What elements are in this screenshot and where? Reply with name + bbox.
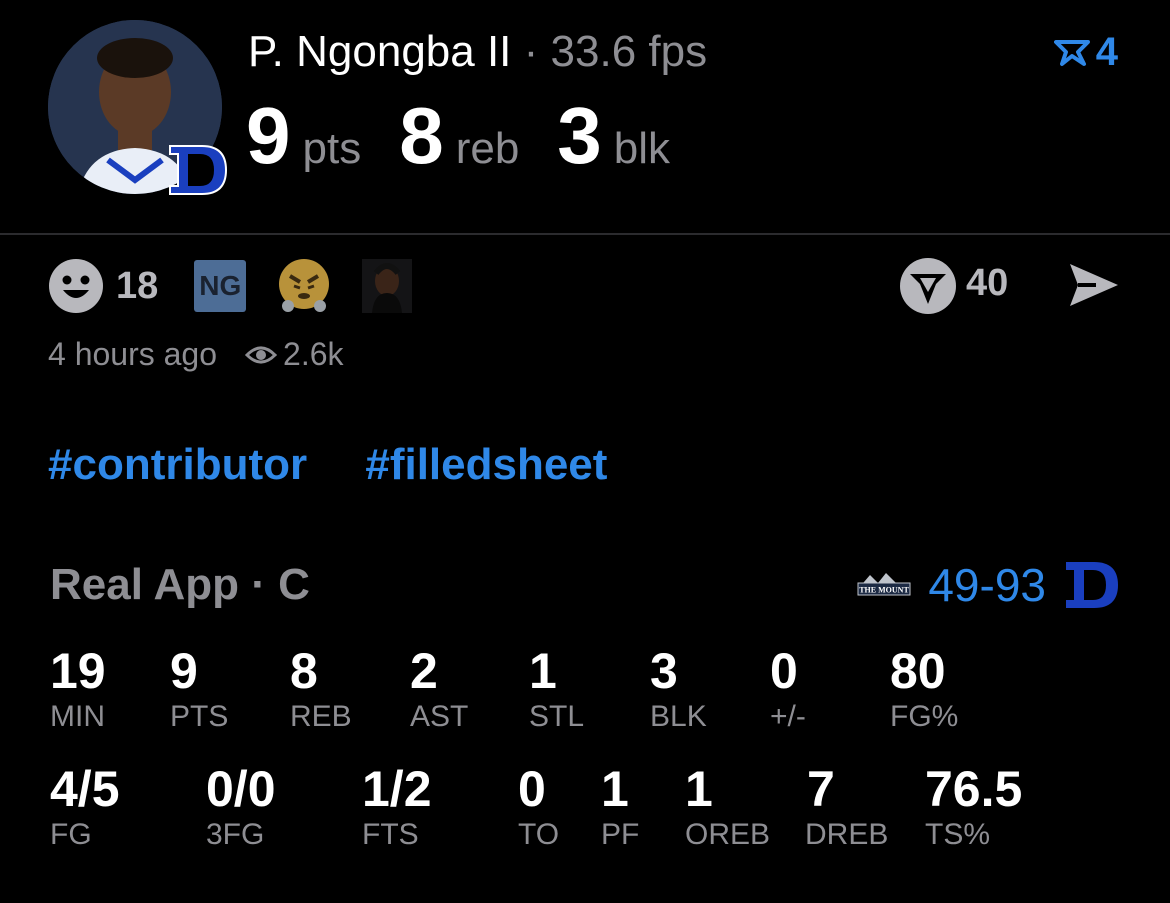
stat-label: PTS <box>170 700 229 733</box>
stat-value: 80 <box>890 643 946 699</box>
stat-stl: 1 STL <box>529 644 584 734</box>
post-time: 4 hours ago <box>48 336 218 372</box>
headline-value: 3 <box>557 91 602 180</box>
stat-fg-pct: 80 FG% <box>890 644 958 734</box>
stat-label: FG% <box>890 700 959 733</box>
stat-value: 1 <box>685 761 713 817</box>
hashtag-link[interactable]: #contributor <box>48 440 307 489</box>
stat-fts: 1/2 FTS <box>362 762 432 852</box>
headline-label: pts <box>302 124 362 173</box>
fps-score: 33.6 fps <box>550 27 708 76</box>
headline-stats: 9 pts 8 reb 3 blk <box>246 96 708 199</box>
stat-fg: 4/5 FG <box>50 762 120 852</box>
smile-reaction-count: 18 <box>116 264 159 307</box>
stat-label: PF <box>601 818 640 851</box>
stat-label: TS% <box>925 818 991 851</box>
stat-label: DREB <box>805 818 889 851</box>
stat-value: 9 <box>170 643 198 699</box>
stat-value: 2 <box>410 643 438 699</box>
duke-logo-icon <box>166 142 230 198</box>
game-score[interactable]: THE MOUNT 49-93 <box>856 558 1120 612</box>
stat-pf: 1 PF <box>601 762 639 852</box>
stat-to: 0 TO <box>518 762 559 852</box>
post-meta: 4 hours ago 2.6k <box>48 336 344 373</box>
headline-label: blk <box>613 124 671 173</box>
stat-value: 76.5 <box>925 761 1023 817</box>
rank-badge[interactable]: 4 <box>1053 30 1118 75</box>
score-value: 49-93 <box>928 559 1046 611</box>
duke-logo-icon <box>1066 562 1118 608</box>
title-separator: · <box>523 27 539 76</box>
stat-label: TO <box>518 818 560 851</box>
smile-reaction-icon[interactable] <box>48 258 104 314</box>
headline-label: reb <box>455 124 520 173</box>
stat-value: 8 <box>290 643 318 699</box>
stat-min: 19 MIN <box>50 644 106 734</box>
stat-pts: 9 PTS <box>170 644 228 734</box>
stat-value: 4/5 <box>50 761 120 817</box>
send-icon[interactable] <box>1066 258 1122 312</box>
opponent-logo-text: THE MOUNT <box>860 586 910 595</box>
stat-ast: 2 AST <box>410 644 468 734</box>
stat-label: OREB <box>685 818 771 851</box>
stat-3fg: 0/0 3FG <box>206 762 276 852</box>
headline-value: 9 <box>246 91 291 180</box>
stat-value: 3 <box>650 643 678 699</box>
stat-ts-pct: 76.5 TS% <box>925 762 1022 852</box>
stat-label: 3FG <box>206 818 265 851</box>
stat-label: AST <box>410 700 469 733</box>
stat-label: STL <box>529 700 585 733</box>
stat-value: 1/2 <box>362 761 432 817</box>
stat-value: 1 <box>529 643 557 699</box>
ng-reaction-badge[interactable]: NG <box>194 260 247 312</box>
stat-label: MIN <box>50 700 105 733</box>
steam-face-emoji-icon[interactable] <box>276 258 332 314</box>
player-name[interactable]: P. Ngongba II <box>248 27 511 76</box>
stat-dreb: 7 DREB <box>805 762 888 852</box>
rank-count: 4 <box>1095 30 1118 74</box>
eye-icon <box>245 346 278 363</box>
stat-oreb: 1 OREB <box>685 762 770 852</box>
v-reaction-icon[interactable] <box>898 256 958 316</box>
stat-plus-minus: 0 +/- <box>770 644 806 734</box>
hashtag-link[interactable]: #filledsheet <box>365 440 607 489</box>
stat-value: 0 <box>518 761 546 817</box>
flag-icon <box>1053 39 1090 66</box>
opponent-logo-icon: THE MOUNT <box>857 573 911 596</box>
stat-label: FG <box>50 818 92 851</box>
reaction-row: 18 NG <box>48 258 413 314</box>
header-divider <box>0 233 1170 235</box>
view-count: 2.6k <box>283 336 344 372</box>
stat-value: 19 <box>50 643 106 699</box>
stat-blk: 3 BLK <box>650 644 707 734</box>
stat-value: 0 <box>770 643 798 699</box>
stat-label: BLK <box>650 700 707 733</box>
stat-label: REB <box>290 700 352 733</box>
hashtag-list: #contributor #filledsheet <box>48 440 653 490</box>
user-reaction-thumbnail[interactable] <box>362 259 413 313</box>
stat-label: FTS <box>362 818 419 851</box>
stat-value: 0/0 <box>206 761 276 817</box>
v-reaction-count: 40 <box>966 262 1009 304</box>
title-row: P. Ngongba II · 33.6 fps <box>248 26 707 78</box>
stat-label: +/- <box>770 700 806 733</box>
headline-value: 8 <box>399 91 444 180</box>
stat-reb: 8 REB <box>290 644 352 734</box>
stat-value: 7 <box>807 761 835 817</box>
game-label: Real App · C <box>50 560 310 609</box>
stat-value: 1 <box>601 761 629 817</box>
